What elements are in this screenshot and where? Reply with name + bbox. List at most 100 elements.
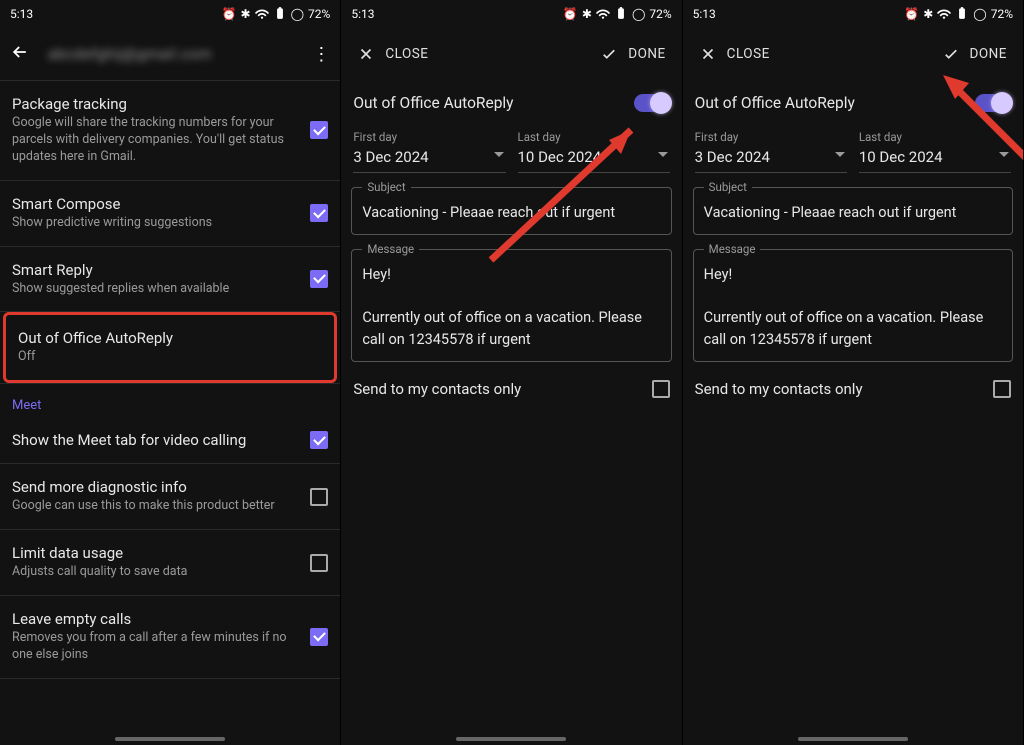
message-value: Hey! Currently out of office on a vacati… <box>362 264 660 351</box>
status-time: 5:13 <box>10 7 33 21</box>
battery-icon <box>614 6 628 23</box>
autoreply-switch[interactable] <box>975 94 1011 112</box>
message-value: Hey! Currently out of office on a vacati… <box>704 264 1002 351</box>
close-button[interactable]: CLOSE <box>357 45 428 63</box>
dialog-header: CLOSE DONE <box>341 28 681 80</box>
setting-row[interactable]: Smart ComposeShow predictive writing sug… <box>0 181 340 246</box>
setting-title: Smart Compose <box>12 195 300 213</box>
divider <box>0 678 340 679</box>
gesture-bar <box>456 737 566 741</box>
status-right: ⏰ ✱ ◯ 72% <box>904 6 1013 23</box>
first-day-value: 3 Dec 2024 <box>353 148 505 166</box>
setting-row[interactable]: Show the Meet tab for video calling <box>0 417 340 463</box>
contacts-only-row: Send to my contacts only <box>341 362 681 416</box>
setting-row[interactable]: Limit data usage Adjusts call quality to … <box>0 530 340 595</box>
subject-label: Subject <box>362 180 410 194</box>
first-day-field[interactable]: First day 3 Dec 2024 <box>695 130 847 173</box>
setting-checkbox[interactable] <box>310 628 328 646</box>
status-bar: 5:13 ⏰ ✱ ◯ 72% <box>683 0 1023 28</box>
message-label: Message <box>704 242 761 256</box>
setting-checkbox[interactable] <box>310 488 328 506</box>
setting-subtitle: Google can use this to make this product… <box>12 498 300 515</box>
last-day-value: 10 Dec 2024 <box>518 148 670 166</box>
alarm-icon: ⏰ <box>222 7 237 21</box>
setting-subtitle: Off <box>18 349 312 366</box>
status-right: ⏰ ✱ ◯ 72% <box>222 6 331 23</box>
wifi-icon <box>937 6 951 23</box>
done-button[interactable]: DONE <box>942 45 1007 63</box>
setting-title: Limit data usage <box>12 544 300 562</box>
setting-checkbox[interactable] <box>310 270 328 288</box>
gesture-bar <box>798 737 908 741</box>
wifi-icon <box>596 6 610 23</box>
setting-checkbox[interactable] <box>310 431 328 449</box>
alarm-icon: ⏰ <box>563 7 578 21</box>
status-right: ⏰ ✱ ◯ 72% <box>563 6 672 23</box>
wifi-icon <box>255 6 269 23</box>
setting-title: Out of Office AutoReply <box>18 329 312 347</box>
overflow-icon[interactable]: ⋮ <box>312 44 330 65</box>
first-day-field[interactable]: First day 3 Dec 2024 <box>353 130 505 173</box>
setting-subtitle: Removes you from a call after a few minu… <box>12 630 300 664</box>
autoreply-toggle-row: Out of Office AutoReply <box>341 80 681 130</box>
setting-row[interactable]: Smart Reply Show suggested replies when a… <box>0 247 340 312</box>
last-day-label: Last day <box>518 130 670 144</box>
loading-icon: ◯ <box>632 7 645 21</box>
battery-pct: 72% <box>991 7 1013 21</box>
autoreply-pane-1: 5:13 ⏰ ✱ ◯ 72% CLOSE DONE Out of Office … <box>341 0 682 745</box>
first-day-label: First day <box>695 130 847 144</box>
battery-pct: 72% <box>308 7 330 21</box>
setting-checkbox[interactable] <box>310 204 328 222</box>
battery-icon <box>273 6 287 23</box>
subject-field[interactable]: Subject Vacationing - Pleaae reach out i… <box>351 187 671 235</box>
close-button[interactable]: CLOSE <box>699 45 770 63</box>
autoreply-toggle-label: Out of Office AutoReply <box>353 94 513 112</box>
last-day-label: Last day <box>859 130 1011 144</box>
battery-pct: 72% <box>649 7 671 21</box>
setting-row[interactable]: Leave empty calls Removes you from a call… <box>0 596 340 678</box>
loading-icon: ◯ <box>291 7 304 21</box>
last-day-value: 10 Dec 2024 <box>859 148 1011 166</box>
gesture-bar <box>115 737 225 741</box>
setting-subtitle: Adjusts call quality to save data <box>12 564 300 581</box>
done-button[interactable]: DONE <box>600 45 665 63</box>
message-field[interactable]: Message Hey! Currently out of office on … <box>351 249 671 362</box>
first-day-label: First day <box>353 130 505 144</box>
setting-checkbox[interactable] <box>310 554 328 572</box>
subject-field[interactable]: Subject Vacationing - Pleaae reach out i… <box>693 187 1013 235</box>
setting-subtitle: Google will share the tracking numbers f… <box>12 115 300 166</box>
subject-value: Vacationing - Pleaae reach out if urgent <box>704 202 1002 224</box>
close-label: CLOSE <box>727 46 770 62</box>
section-meet: Meet <box>0 384 340 417</box>
date-row: First day 3 Dec 2024 Last day 10 Dec 202… <box>683 130 1023 173</box>
setting-subtitle: Show suggested replies when available <box>12 281 300 298</box>
autoreply-toggle-label: Out of Office AutoReply <box>695 94 855 112</box>
last-day-field[interactable]: Last day 10 Dec 2024 <box>859 130 1011 173</box>
contacts-only-checkbox[interactable] <box>993 380 1011 398</box>
autoreply-toggle-row: Out of Office AutoReply <box>683 80 1023 130</box>
setting-row[interactable]: Package trackingGoogle will share the tr… <box>0 81 340 180</box>
bluetooth-icon: ✱ <box>923 7 933 21</box>
status-time: 5:13 <box>693 7 716 21</box>
last-day-field[interactable]: Last day 10 Dec 2024 <box>518 130 670 173</box>
contacts-only-checkbox[interactable] <box>652 380 670 398</box>
status-bar: 5:13 ⏰ ✱ ◯ 72% <box>341 0 681 28</box>
loading-icon: ◯ <box>973 7 986 21</box>
subject-value: Vacationing - Pleaae reach out if urgent <box>362 202 660 224</box>
back-icon[interactable] <box>10 42 30 66</box>
contacts-only-label: Send to my contacts only <box>353 380 521 398</box>
subject-label: Subject <box>704 180 752 194</box>
battery-icon <box>955 6 969 23</box>
setting-title: Smart Reply <box>12 261 300 279</box>
setting-row[interactable]: Send more diagnostic infoGoogle can use … <box>0 464 340 529</box>
date-row: First day 3 Dec 2024 Last day 10 Dec 202… <box>341 130 681 173</box>
setting-checkbox[interactable] <box>310 121 328 139</box>
setting-row[interactable]: Out of Office AutoReply Off <box>6 315 334 380</box>
setting-title: Leave empty calls <box>12 610 300 628</box>
settings-pane: 5:13 ⏰ ✱ ◯ 72% abcdefghij@gmail.com ⋮ Pa… <box>0 0 341 745</box>
autoreply-switch[interactable] <box>634 94 670 112</box>
status-bar: 5:13 ⏰ ✱ ◯ 72% <box>0 0 340 28</box>
message-field[interactable]: Message Hey! Currently out of office on … <box>693 249 1013 362</box>
bluetooth-icon: ✱ <box>582 7 592 21</box>
done-label: DONE <box>970 46 1007 62</box>
